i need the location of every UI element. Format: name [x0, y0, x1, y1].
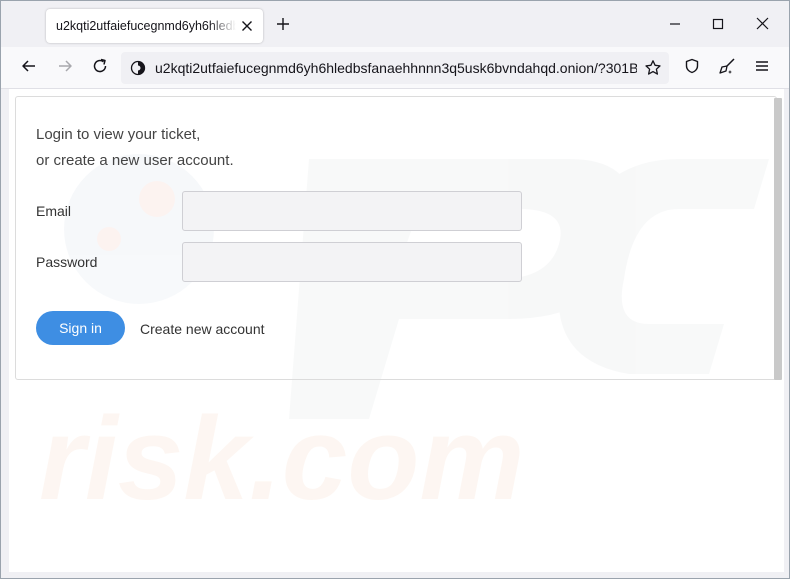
close-icon: [756, 17, 769, 35]
navigation-bar: u2kqti2utfaiefucegnmd6yh6hledbsfanaehhnn…: [1, 47, 789, 89]
reload-button[interactable]: [86, 54, 114, 82]
svg-text:risk.com: risk.com: [39, 393, 524, 525]
minimize-button[interactable]: [660, 11, 690, 41]
maximize-button[interactable]: [703, 11, 733, 41]
minimize-icon: [669, 17, 681, 35]
login-card: Login to view your ticket, or create a n…: [15, 96, 782, 380]
maximize-icon: [712, 17, 724, 35]
scrollbar[interactable]: [774, 98, 782, 380]
onion-icon[interactable]: [128, 58, 148, 78]
email-label: Email: [36, 203, 72, 219]
intro-line-2: or create a new user account.: [36, 152, 234, 169]
sign-in-button[interactable]: Sign in: [36, 311, 125, 345]
browser-tab[interactable]: u2kqti2utfaiefucegnmd6yh6hledbsfanaehhnn…: [46, 9, 263, 43]
plus-icon: [276, 17, 290, 36]
close-window-button[interactable]: [747, 11, 777, 41]
browser-window: u2kqti2utfaiefucegnmd6yh6hledbsfanaehhnn…: [0, 0, 790, 579]
intro-text: Login to view your ticket, or create a n…: [36, 122, 234, 174]
star-icon[interactable]: [641, 56, 665, 80]
tab-title: u2kqti2utfaiefucegnmd6yh6hledbsfanaehhnn…: [56, 19, 236, 33]
password-label: Password: [36, 254, 98, 270]
forward-arrow-icon: [57, 58, 73, 79]
create-account-link[interactable]: Create new account: [140, 321, 265, 337]
new-tab-button[interactable]: [271, 14, 295, 38]
intro-line-1: Login to view your ticket,: [36, 126, 201, 143]
tab-bar: u2kqti2utfaiefucegnmd6yh6hledbsfanaehhnn…: [1, 1, 789, 47]
url-bar[interactable]: u2kqti2utfaiefucegnmd6yh6hledbsfanaehhnn…: [121, 52, 669, 84]
extension-button[interactable]: [713, 54, 741, 82]
forward-button[interactable]: [51, 54, 79, 82]
url-text: u2kqti2utfaiefucegnmd6yh6hledbsfanaehhnn…: [155, 60, 637, 76]
close-icon[interactable]: [237, 16, 257, 36]
password-field[interactable]: [182, 242, 522, 282]
broom-icon: [718, 57, 736, 80]
reload-icon: [92, 58, 108, 79]
shield-button[interactable]: [678, 54, 706, 82]
shield-icon: [684, 58, 700, 79]
email-field[interactable]: [182, 191, 522, 231]
back-arrow-icon: [21, 58, 37, 79]
app-menu-button[interactable]: [748, 54, 776, 82]
page-viewport: risk.com Login to view your ticket, or c…: [9, 89, 784, 572]
hamburger-menu-icon: [754, 58, 770, 79]
back-button[interactable]: [15, 54, 43, 82]
